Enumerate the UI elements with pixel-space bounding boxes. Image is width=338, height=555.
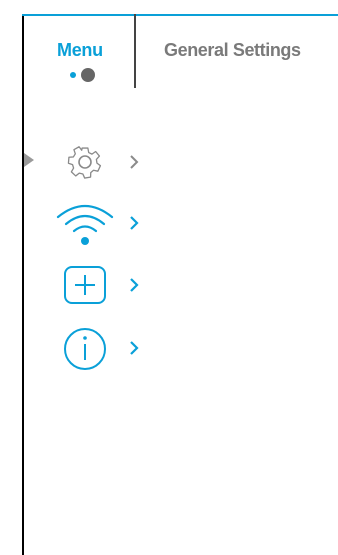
menu-item-wifi[interactable] — [55, 198, 155, 248]
chevron-right-icon — [128, 339, 140, 357]
frame-top-border — [22, 14, 338, 16]
menu-item-device-info[interactable] — [55, 323, 155, 373]
selection-pointer-icon — [24, 153, 34, 167]
frame-left-border — [22, 14, 24, 555]
tab-general-settings[interactable]: General Settings — [164, 40, 301, 61]
chevron-right-icon — [128, 153, 140, 171]
plus-square-icon — [55, 260, 117, 310]
chevron-right-icon — [128, 276, 140, 294]
menu-item-add[interactable] — [55, 260, 155, 310]
page-dot-1 — [70, 72, 76, 78]
page-indicator — [70, 68, 110, 82]
tab-menu[interactable]: Menu — [57, 40, 103, 61]
gear-icon — [55, 137, 117, 187]
wifi-icon — [55, 198, 117, 248]
menu-item-general-settings[interactable] — [55, 137, 155, 187]
chevron-right-icon — [128, 214, 140, 232]
page-dot-2-active — [81, 68, 95, 82]
header-divider — [134, 14, 136, 88]
info-icon — [55, 323, 117, 373]
